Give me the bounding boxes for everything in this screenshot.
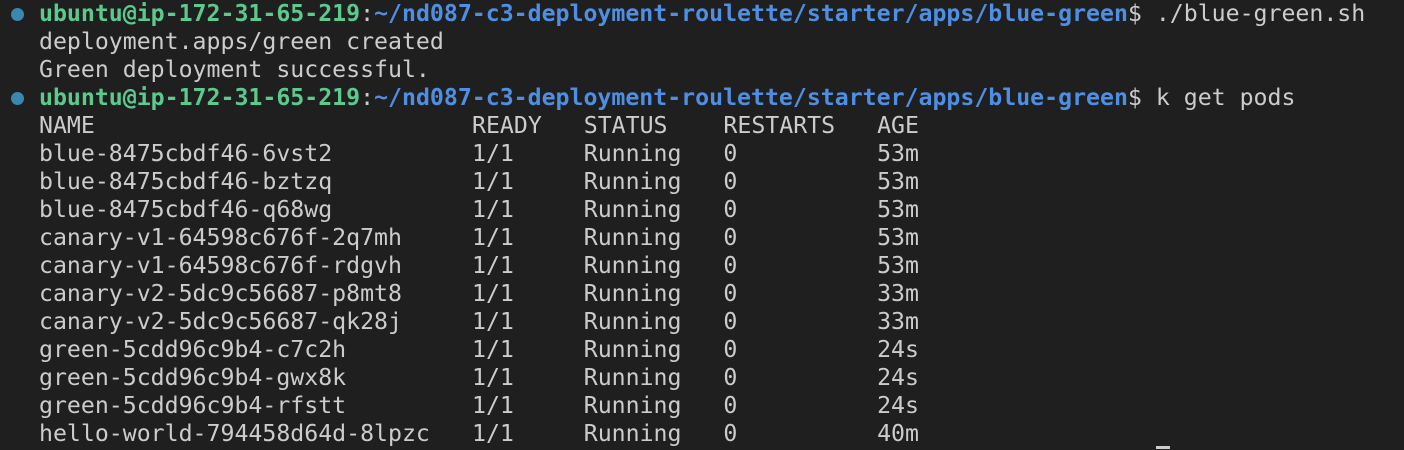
table-cell: Running: [583, 336, 682, 363]
table-row: canary-v1-64598c676f-rdgvh 1/1 Running 0 53m: [39, 252, 919, 280]
table-cell: canary-v1-64598c676f-2q7mh: [39, 224, 402, 251]
table-cell: 53m: [877, 224, 919, 251]
table-cell: 1/1: [472, 140, 514, 167]
output-line: Green deployment successful.: [39, 56, 430, 83]
prompt-separator: :: [360, 0, 375, 27]
table-header: NAME READY STATUS RESTARTS AGE: [39, 112, 919, 140]
table-cell: 1/1: [472, 336, 514, 363]
table-cell: Running: [583, 364, 682, 391]
command-text: k get pods: [1155, 84, 1296, 111]
table-cell: 1/1: [472, 420, 514, 447]
table-cell: hello-world-794458d64d-8lpzc: [39, 420, 430, 447]
table-cell: 53m: [877, 252, 919, 279]
table-cell: 0: [723, 364, 738, 391]
table-cell: 24s: [877, 392, 919, 419]
table-cell: 0: [723, 196, 738, 223]
table-cell: Running: [583, 140, 682, 167]
prompt-path: ~/nd087-c3-deployment-roulette/starter/a…: [374, 84, 1128, 111]
prompt-user: ubuntu@ip-172-31-65-219: [39, 0, 361, 27]
table-cell: green-5cdd96c9b4-gwx8k: [39, 364, 347, 391]
table-cell: Running: [583, 224, 682, 251]
table-cell: Running: [583, 280, 682, 307]
table-cell: 1/1: [472, 252, 514, 279]
table-row: green-5cdd96c9b4-rfstt 1/1 Running 0 24s: [39, 392, 919, 420]
column-header: AGE: [877, 112, 919, 139]
table-cell: 53m: [877, 168, 919, 195]
column-header: NAME: [39, 112, 95, 139]
table-cell: 0: [723, 280, 738, 307]
table-row: blue-8475cbdf46-q68wg 1/1 Running 0 53m: [39, 196, 919, 224]
column-header: RESTARTS: [723, 112, 836, 139]
table-cell: 1/1: [472, 196, 514, 223]
table-cell: canary-v1-64598c676f-rdgvh: [39, 252, 402, 279]
table-cell: 1/1: [472, 280, 514, 307]
table-cell: blue-8475cbdf46-q68wg: [39, 196, 333, 223]
table-cell: 0: [723, 252, 738, 279]
table-cell: green-5cdd96c9b4-c7c2h: [39, 336, 347, 363]
table-cell: green-5cdd96c9b4-rfstt: [39, 392, 347, 419]
table-cell: blue-8475cbdf46-bztzq: [39, 168, 333, 195]
table-cell: 1/1: [472, 392, 514, 419]
table-cell: Running: [583, 168, 682, 195]
table-cell: 1/1: [472, 224, 514, 251]
table-row: canary-v2-5dc9c56687-p8mt8 1/1 Running 0 33m: [39, 280, 919, 308]
column-header: READY: [472, 112, 542, 139]
table-cell: 1/1: [472, 364, 514, 391]
table-cell: 33m: [877, 280, 919, 307]
prompt-line: ubuntu@ip-172-31-65-219:~/nd087-c3-deplo…: [39, 84, 1295, 112]
output-line: deployment.apps/green created: [39, 28, 444, 55]
table-cell: 53m: [877, 196, 919, 223]
column-header: STATUS: [583, 112, 668, 139]
table-cell: 0: [723, 168, 738, 195]
table-cell: 1/1: [472, 168, 514, 195]
table-cell: blue-8475cbdf46-6vst2: [39, 140, 333, 167]
table-cell: 0: [723, 308, 738, 335]
table-cell: 0: [723, 140, 738, 167]
prompt-separator: :: [360, 84, 375, 111]
table-row: canary-v2-5dc9c56687-qk28j 1/1 Running 0 33m: [39, 308, 919, 336]
command-status-dot-icon[interactable]: [11, 8, 24, 21]
table-cell: 24s: [877, 364, 919, 391]
table-cell: 53m: [877, 140, 919, 167]
table-cell: Running: [583, 252, 682, 279]
table-cell: 0: [723, 420, 738, 447]
table-cell: 40m: [877, 420, 919, 447]
table-row: blue-8475cbdf46-6vst2 1/1 Running 0 53m: [39, 140, 919, 168]
table-cell: canary-v2-5dc9c56687-p8mt8: [39, 280, 402, 307]
table-cell: Running: [583, 420, 682, 447]
prompt-symbol: $: [1127, 0, 1156, 27]
table-row: canary-v1-64598c676f-2q7mh 1/1 Running 0 53m: [39, 224, 919, 252]
command-text: ./blue-green.sh: [1155, 0, 1366, 27]
table-cell: 24s: [877, 336, 919, 363]
table-row: blue-8475cbdf46-bztzq 1/1 Running 0 53m: [39, 168, 919, 196]
prompt-user: ubuntu@ip-172-31-65-219: [39, 84, 361, 111]
table-row: hello-world-794458d64d-8lpzc 1/1 Running 0 4…: [39, 420, 919, 448]
table-cell: 0: [723, 336, 738, 363]
terminal-cursor: [1156, 446, 1170, 449]
table-cell: Running: [583, 392, 682, 419]
table-cell: 0: [723, 224, 738, 251]
prompt-symbol: $: [1127, 84, 1156, 111]
prompt-path: ~/nd087-c3-deployment-roulette/starter/a…: [374, 0, 1128, 27]
table-cell: 33m: [877, 308, 919, 335]
table-cell: 0: [723, 392, 738, 419]
prompt-line: ubuntu@ip-172-31-65-219:~/nd087-c3-deplo…: [39, 0, 1365, 28]
table-cell: Running: [583, 308, 682, 335]
table-cell: Running: [583, 196, 682, 223]
command-status-dot-icon[interactable]: [11, 92, 24, 105]
table-row: green-5cdd96c9b4-gwx8k 1/1 Running 0 24s: [39, 364, 919, 392]
table-cell: 1/1: [472, 308, 514, 335]
table-row: green-5cdd96c9b4-c7c2h 1/1 Running 0 24s: [39, 336, 919, 364]
table-cell: canary-v2-5dc9c56687-qk28j: [39, 308, 402, 335]
